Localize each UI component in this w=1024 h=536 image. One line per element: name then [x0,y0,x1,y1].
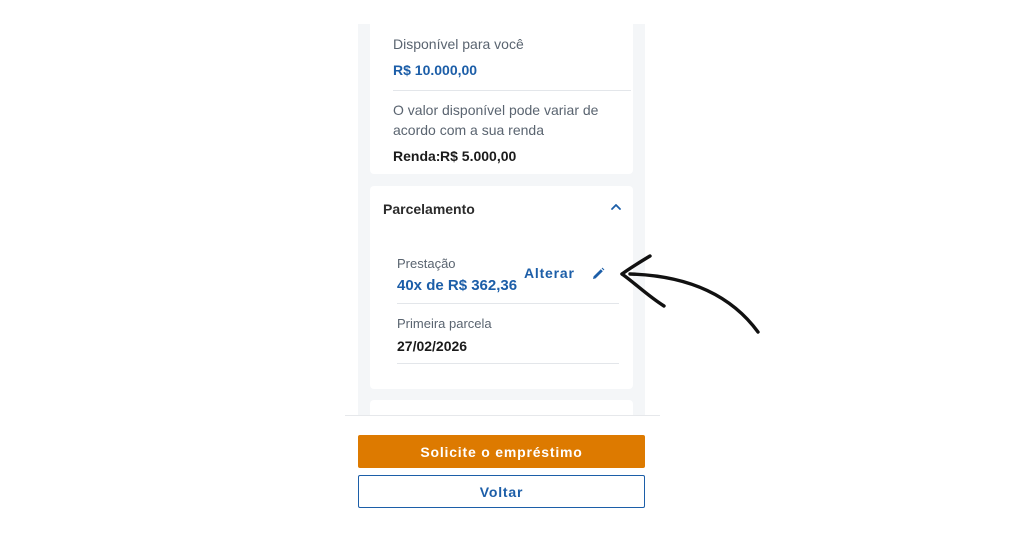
available-label: Disponível para você [393,36,524,52]
chevron-up-icon[interactable] [610,202,622,212]
back-button[interactable]: Voltar [358,475,645,508]
installments-title: Parcelamento [383,201,475,217]
edit-installment-link[interactable]: Alterar [524,265,575,281]
request-loan-button[interactable]: Solicite o empréstimo [358,435,645,468]
divider [397,363,619,364]
first-installment-label: Primeira parcela [397,316,492,331]
available-note-line-1: O valor disponível pode variar de [393,102,599,118]
available-note-line-2: acordo com a sua renda [393,122,544,138]
divider [397,303,619,304]
payment-label: Prestação [397,256,456,271]
pencil-icon[interactable] [590,266,606,282]
divider [393,90,631,91]
arrow-annotation-icon [620,254,760,334]
income-value: R$ 5.000,00 [440,148,517,164]
available-amount: R$ 10.000,00 [393,62,478,78]
first-installment-date: 27/02/2026 [397,338,468,354]
income-label: Renda: [393,148,441,164]
payment-value: 40x de R$ 362,36 [397,277,518,294]
